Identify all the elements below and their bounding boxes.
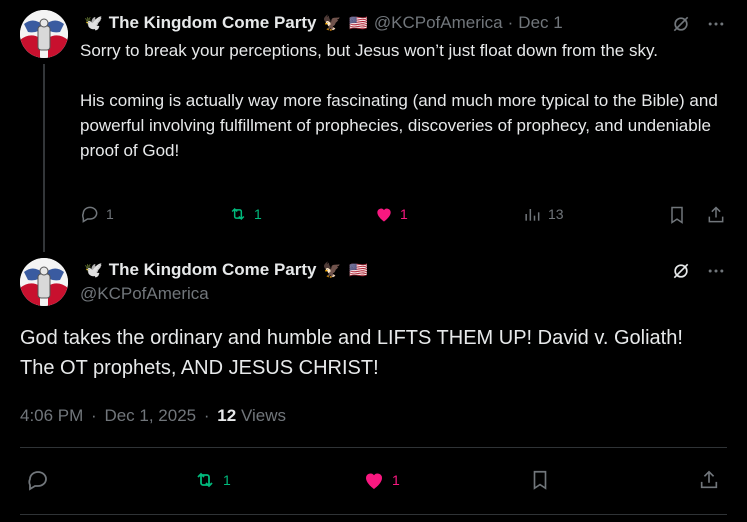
us-flag-icon: 🇺🇸: [349, 262, 368, 279]
avatar[interactable]: [20, 10, 68, 58]
tweet-date[interactable]: Dec 1, 2025: [104, 406, 196, 425]
like-button[interactable]: 1: [362, 468, 400, 492]
views-button[interactable]: 13: [522, 204, 564, 224]
reply-icon: [28, 471, 47, 491]
reply-count: 1: [106, 206, 114, 222]
retweet-button[interactable]: 1: [193, 468, 231, 492]
like-count: 1: [400, 206, 408, 222]
grok-icon[interactable]: [669, 12, 693, 36]
display-name[interactable]: The Kingdom Come Party: [109, 260, 317, 280]
tweet-meta: 4:06 PM · Dec 1, 2025 · 12 Views: [20, 406, 286, 426]
bookmark-button[interactable]: [528, 468, 552, 492]
tweet-date[interactable]: Dec 1: [518, 13, 562, 33]
share-button[interactable]: [697, 468, 721, 492]
views-count: 12: [217, 406, 237, 425]
dove-icon: 🕊️: [84, 262, 103, 279]
grok-icon[interactable]: [669, 259, 693, 283]
like-count: 1: [392, 472, 400, 488]
eagle-icon: 🦅: [322, 15, 342, 32]
divider: [20, 447, 727, 448]
view-count: 13: [548, 206, 564, 222]
handle[interactable]: @KCPofAmerica: [374, 13, 503, 33]
tweet-time[interactable]: 4:06 PM: [20, 406, 83, 425]
tweet2-text: God takes the ordinary and humble and LI…: [20, 327, 683, 379]
heart-icon: [377, 208, 391, 222]
like-button[interactable]: 1: [374, 204, 408, 224]
retweet-icon: [231, 207, 245, 221]
heart-icon: [366, 473, 382, 489]
tweet1-header: 🕊️ The Kingdom Come Party 🦅 🇺🇸 @KCPofAme…: [84, 11, 563, 35]
tweet1-text: Sorry to break your perceptions, but Jes…: [80, 38, 730, 163]
retweet-button[interactable]: 1: [228, 204, 262, 224]
share-icon: [700, 470, 718, 489]
more-options-icon[interactable]: [704, 259, 728, 283]
divider: [20, 514, 727, 515]
separator-dot: ·: [507, 13, 514, 32]
display-name[interactable]: The Kingdom Come Party: [109, 13, 317, 33]
tweet1-paragraph-2: His coming is actually way more fascinat…: [80, 91, 718, 160]
eagle-icon: 🦅: [322, 262, 342, 279]
dove-icon: 🕊️: [84, 15, 103, 32]
avatar[interactable]: [20, 258, 68, 306]
thread-connector-line: [43, 64, 45, 252]
retweet-icon: [197, 472, 213, 488]
reply-button[interactable]: [26, 468, 50, 492]
us-flag-icon: 🇺🇸: [349, 15, 368, 32]
analytics-icon: [525, 209, 540, 221]
separator-dot: ·: [91, 406, 97, 425]
views-label: Views: [240, 406, 286, 425]
bookmark-icon: [671, 206, 683, 224]
share-button[interactable]: [705, 204, 727, 226]
more-options-icon[interactable]: [704, 12, 728, 36]
retweet-count: 1: [223, 472, 231, 488]
bookmark-button[interactable]: [666, 204, 688, 226]
separator-dot: ·: [203, 406, 210, 425]
handle[interactable]: @KCPofAmerica: [80, 284, 209, 304]
tweet2-header: 🕊️ The Kingdom Come Party 🦅 🇺🇸: [84, 258, 368, 282]
tweet1-paragraph-1: Sorry to break your perceptions, but Jes…: [80, 41, 658, 60]
share-icon: [708, 206, 724, 223]
retweet-count: 1: [254, 206, 262, 222]
reply-icon: [82, 206, 98, 223]
bookmark-icon: [533, 470, 547, 490]
reply-button[interactable]: 1: [80, 204, 114, 224]
